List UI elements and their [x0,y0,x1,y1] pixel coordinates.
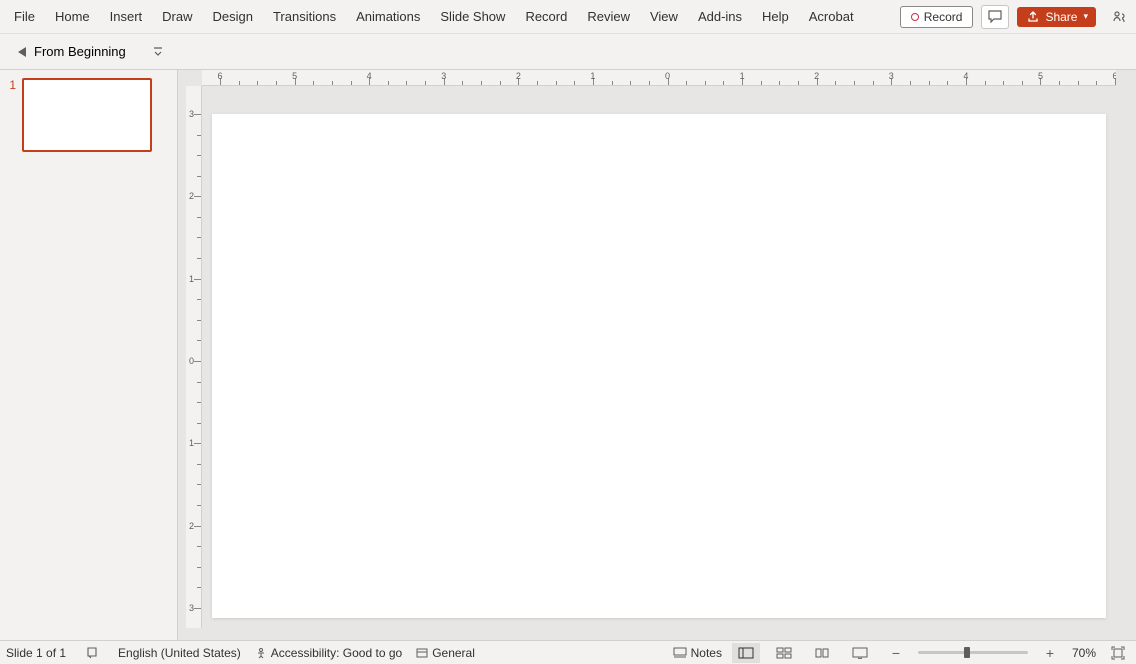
tab-acrobat[interactable]: Acrobat [799,1,864,32]
thumbnail-number: 1 [6,78,16,152]
share-button[interactable]: Share ▾ [1017,7,1096,27]
chevron-down-icon: ▾ [1083,11,1088,22]
hruler-label: 4 [963,71,968,81]
vruler-label: 2 [189,191,194,201]
hruler-label: 2 [814,71,819,81]
toolbar-dropdown[interactable] [146,42,170,62]
zoom-slider[interactable] [918,651,1028,654]
tab-review[interactable]: Review [577,1,640,32]
hruler-label: 0 [665,71,670,81]
tab-animations[interactable]: Animations [346,1,430,32]
ribbon-menu-bar: File Home Insert Draw Design Transitions… [0,0,1136,34]
thumbnail-slide-1[interactable] [22,78,152,152]
slide-1[interactable] [212,114,1106,618]
view-sorter[interactable] [770,643,798,663]
view-reading[interactable] [808,643,836,663]
view-normal[interactable] [732,643,760,663]
slide-canvas-area[interactable] [202,86,1116,628]
share-icon [1027,11,1039,23]
spellcheck-icon[interactable] [80,643,104,663]
quickaccess-toolbar: From Beginning [0,34,1136,70]
notes-label: Notes [691,646,722,660]
hruler-label: 6 [1113,71,1116,81]
tab-file[interactable]: File [4,1,45,32]
tab-home[interactable]: Home [45,1,100,32]
comments-button[interactable] [981,5,1009,29]
vruler-label: 1 [189,274,194,284]
editor-area: 6 5 4 3 2 1 0 1 2 3 4 5 6 3 2 1 0 1 2 3 [178,70,1136,640]
tab-design[interactable]: Design [203,1,263,32]
ribbon-tabs: File Home Insert Draw Design Transitions… [4,1,864,32]
tab-add-ins[interactable]: Add-ins [688,1,752,32]
accessibility-status[interactable]: Accessibility: Good to go [255,646,402,660]
comment-icon [988,10,1002,23]
notes-icon [673,647,687,659]
record-label: Record [924,10,963,24]
tab-transitions[interactable]: Transitions [263,1,346,32]
vruler-label: 0 [189,356,194,366]
hruler-label: 1 [740,71,745,81]
from-beginning-icon [14,45,28,59]
share-label: Share [1045,10,1077,24]
layout-icon [416,647,428,659]
vruler-label: 1 [189,438,194,448]
from-beginning-button[interactable]: From Beginning [8,40,132,63]
zoom-in[interactable]: + [1038,643,1062,663]
zoom-percent[interactable]: 70% [1072,646,1096,660]
layout-label: General [432,646,475,660]
hruler-label: 5 [292,71,297,81]
tab-record[interactable]: Record [515,1,577,32]
vertical-ruler[interactable]: 3 2 1 0 1 2 3 [186,86,202,628]
thumbnail-pane[interactable]: 1 [0,70,178,640]
from-beginning-label: From Beginning [34,44,126,59]
tab-view[interactable]: View [640,1,688,32]
tab-slide-show[interactable]: Slide Show [430,1,515,32]
vruler-label: 3 [189,109,194,119]
layout-status[interactable]: General [416,646,475,660]
language-status[interactable]: English (United States) [118,646,241,660]
tab-draw[interactable]: Draw [152,1,202,32]
slide-counter[interactable]: Slide 1 of 1 [6,646,66,660]
view-slideshow[interactable] [846,643,874,663]
status-bar: Slide 1 of 1 English (United States) Acc… [0,640,1136,664]
zoom-out[interactable]: − [884,643,908,663]
main-area: 1 6 5 4 3 2 1 0 1 2 3 4 5 6 3 2 1 0 1 2 3 [0,70,1136,640]
accessibility-label: Accessibility: Good to go [271,646,402,660]
vruler-label: 2 [189,521,194,531]
zoom-thumb[interactable] [964,647,970,658]
hruler-label: 5 [1038,71,1043,81]
hruler-label: 3 [441,71,446,81]
hruler-label: 6 [217,71,222,81]
fit-slide-icon[interactable] [1106,643,1130,663]
tab-help[interactable]: Help [752,1,799,32]
record-button[interactable]: Record [900,6,974,28]
vruler-label: 3 [189,603,194,613]
tab-insert[interactable]: Insert [100,1,153,32]
hruler-label: 1 [590,71,595,81]
accessibility-icon [255,647,267,659]
account-icon[interactable] [1108,7,1132,27]
thumbnail-row: 1 [6,78,171,152]
hruler-label: 3 [889,71,894,81]
hruler-label: 2 [516,71,521,81]
horizontal-ruler[interactable]: 6 5 4 3 2 1 0 1 2 3 4 5 6 [202,70,1116,86]
notes-toggle[interactable]: Notes [673,646,722,660]
chevron-down-icon [153,47,163,57]
record-icon [911,13,919,21]
hruler-label: 4 [367,71,372,81]
